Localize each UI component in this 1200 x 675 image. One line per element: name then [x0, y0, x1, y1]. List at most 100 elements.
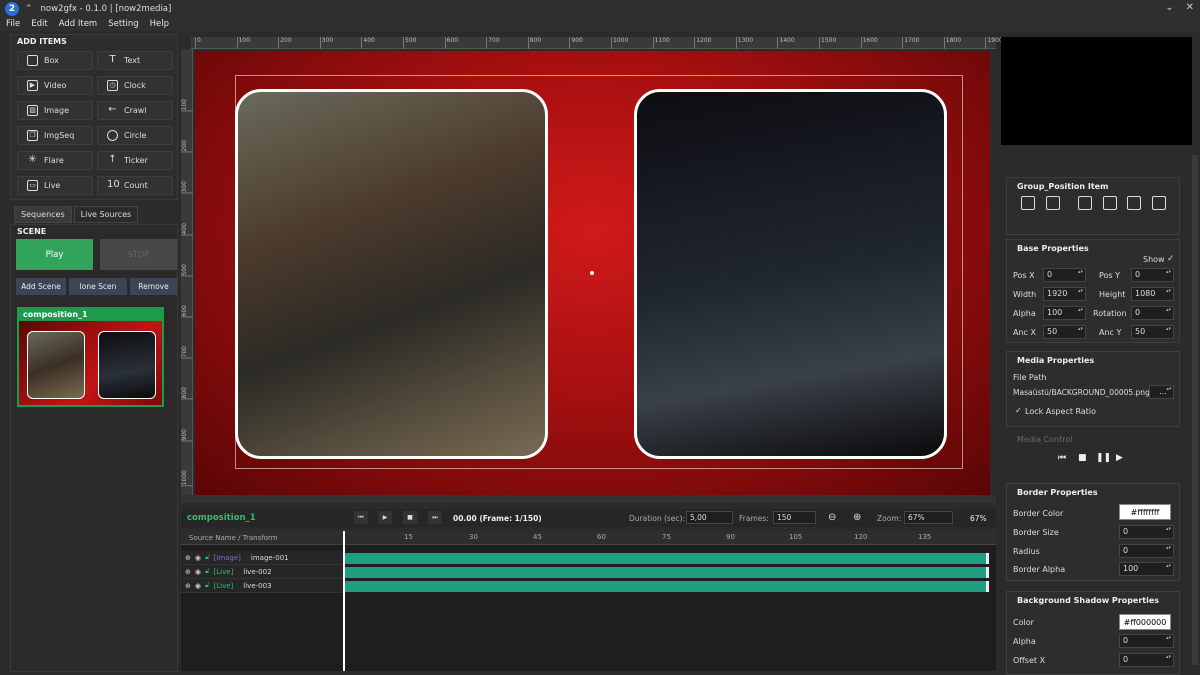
- play-icon[interactable]: ▶: [378, 511, 392, 524]
- scene-panel: SCENE Play STOP Add Scene lone Scen Remo…: [10, 224, 178, 672]
- stop-icon[interactable]: ■: [403, 511, 417, 524]
- shadow-offset-x-input[interactable]: 0: [1119, 653, 1174, 667]
- video-frame-left[interactable]: [235, 89, 548, 459]
- duration-input[interactable]: 5,00: [686, 511, 733, 524]
- ticker-add-button[interactable]: ↑ Ticker: [97, 151, 173, 170]
- zoom-readout: 67%: [970, 513, 987, 523]
- track-bar[interactable]: [344, 553, 989, 564]
- media-stop-icon[interactable]: ■: [1078, 453, 1087, 463]
- rotation-input[interactable]: 0: [1131, 306, 1174, 320]
- shadow-color-swatch[interactable]: #ff000000: [1119, 614, 1171, 630]
- pos-x-input[interactable]: 0: [1043, 268, 1086, 282]
- live-add-button[interactable]: ▭ Live: [17, 176, 93, 195]
- move-icon[interactable]: ⊕: [185, 554, 191, 562]
- flare-add-button[interactable]: ✳ Flare: [17, 151, 93, 170]
- composition-canvas[interactable]: [195, 51, 990, 497]
- properties-scrollbar[interactable]: [1192, 155, 1198, 665]
- lock-icon[interactable]: 🔓︎: [205, 553, 210, 562]
- tab-live-sources[interactable]: Live Sources: [73, 206, 139, 223]
- circle-add-button[interactable]: Circle: [97, 126, 173, 145]
- send-backward-icon[interactable]: [1152, 196, 1166, 210]
- move-icon[interactable]: ⊕: [185, 568, 191, 576]
- track-row[interactable]: ⊕ ◉ 🔓︎ [Live] live-003: [181, 579, 343, 593]
- file-path-value[interactable]: Masaüstü/BACKGROUND_00005.png: [1013, 388, 1150, 397]
- ruler-tick-label: 800: [181, 387, 193, 400]
- canvas-scrollbar[interactable]: [181, 495, 996, 503]
- video-add-button[interactable]: ▶ Video: [17, 76, 93, 95]
- left-tabs: Sequences Live Sources: [14, 206, 139, 223]
- pos-y-input[interactable]: 0: [1131, 268, 1174, 282]
- eye-icon[interactable]: ◉: [195, 582, 201, 590]
- add-scene-button[interactable]: Add Scene: [16, 278, 66, 295]
- ruler-tick-label: 1000: [611, 37, 628, 49]
- crawl-add-button[interactable]: ← Crawl: [97, 101, 173, 120]
- menu-setting[interactable]: Setting: [108, 19, 138, 29]
- bring-front-icon[interactable]: [1078, 196, 1092, 210]
- go-start-icon[interactable]: ⏮: [354, 511, 368, 524]
- height-input[interactable]: 1080: [1131, 287, 1174, 301]
- move-icon[interactable]: ⊕: [185, 582, 191, 590]
- alpha-input[interactable]: 100: [1043, 306, 1086, 320]
- track-bar[interactable]: [344, 567, 989, 578]
- anchor-x-input[interactable]: 50: [1043, 325, 1086, 339]
- ruler-tick-label: 400: [361, 37, 375, 49]
- anchor-y-input[interactable]: 50: [1131, 325, 1174, 339]
- playhead[interactable]: [343, 531, 345, 671]
- lock-icon[interactable]: 🔓︎: [205, 567, 210, 576]
- ruler-tick-label: 1200: [694, 37, 711, 49]
- send-back-icon[interactable]: [1103, 196, 1117, 210]
- menu-file[interactable]: File: [6, 19, 20, 29]
- border-size-input[interactable]: 0: [1119, 525, 1174, 539]
- clock-add-button[interactable]: ◷ Clock: [97, 76, 173, 95]
- width-input[interactable]: 1920: [1043, 287, 1086, 301]
- border-alpha-input[interactable]: 100: [1119, 562, 1174, 576]
- video-frame-right[interactable]: [634, 89, 947, 459]
- eye-icon[interactable]: ◉: [195, 554, 201, 562]
- media-play-icon[interactable]: ▶: [1116, 453, 1123, 463]
- media-pause-icon[interactable]: ❚❚: [1096, 453, 1111, 463]
- frames-input[interactable]: 150: [773, 511, 816, 524]
- radius-input[interactable]: 0: [1119, 544, 1174, 558]
- clone-scene-button[interactable]: lone Scen: [69, 278, 127, 295]
- media-prev-icon[interactable]: ⏮: [1058, 453, 1066, 463]
- minimize-icon[interactable]: ⌄: [1165, 2, 1173, 13]
- zoom-out-icon[interactable]: ⊖: [828, 512, 836, 523]
- shadow-alpha-input[interactable]: 0: [1119, 634, 1174, 648]
- remove-scene-button[interactable]: Remove: [130, 278, 177, 295]
- close-icon[interactable]: ✕: [1186, 2, 1194, 13]
- text-icon: T: [109, 54, 116, 65]
- play-button[interactable]: Play: [16, 239, 93, 270]
- image-add-button[interactable]: ▨ Image: [17, 101, 93, 120]
- tab-sequences[interactable]: Sequences: [14, 206, 72, 223]
- menu-add-item[interactable]: Add Item: [59, 19, 98, 29]
- composition-card[interactable]: composition_1: [17, 307, 164, 407]
- ruler-tick-label: 700: [486, 37, 500, 49]
- ruler-tick-label: 200: [181, 140, 193, 153]
- zoom-in-icon[interactable]: ⊕: [853, 512, 861, 523]
- group-icon[interactable]: [1046, 196, 1060, 210]
- lock-aspect-checkbox[interactable]: ✓: [1015, 406, 1022, 415]
- anchor-point[interactable]: [590, 271, 594, 275]
- track-row[interactable]: ⊕ ◉ 🔓︎ [Live] live-002: [181, 565, 343, 579]
- text-add-button[interactable]: T Text: [97, 51, 173, 70]
- go-end-icon[interactable]: ⏭: [428, 511, 442, 524]
- zoom-select[interactable]: 67%: [904, 511, 953, 524]
- menu-help[interactable]: Help: [150, 19, 169, 29]
- menu-edit[interactable]: Edit: [31, 19, 47, 29]
- track-bar[interactable]: [344, 581, 989, 592]
- count-icon: 10: [107, 179, 120, 190]
- crop-fit-icon[interactable]: [1021, 196, 1035, 210]
- eye-icon[interactable]: ◉: [195, 568, 201, 576]
- show-checkbox[interactable]: ✓: [1167, 254, 1175, 264]
- imgseq-add-button[interactable]: ❐ ImgSeq: [17, 126, 93, 145]
- lock-icon[interactable]: 🔓︎: [205, 581, 210, 590]
- border-color-swatch[interactable]: #ffffffff: [1119, 504, 1171, 520]
- stop-button[interactable]: STOP: [100, 239, 177, 270]
- track-row[interactable]: ⊕ ◉ 🔓︎ [Image] image-001: [181, 551, 343, 565]
- count-add-button[interactable]: 10 Count: [97, 176, 173, 195]
- box-add-button[interactable]: Box: [17, 51, 93, 70]
- browse-button[interactable]: ...: [1149, 385, 1174, 399]
- bring-forward-icon[interactable]: [1127, 196, 1141, 210]
- chevron-up-icon[interactable]: ⌃: [25, 4, 33, 14]
- clock-icon: ◷: [107, 80, 118, 91]
